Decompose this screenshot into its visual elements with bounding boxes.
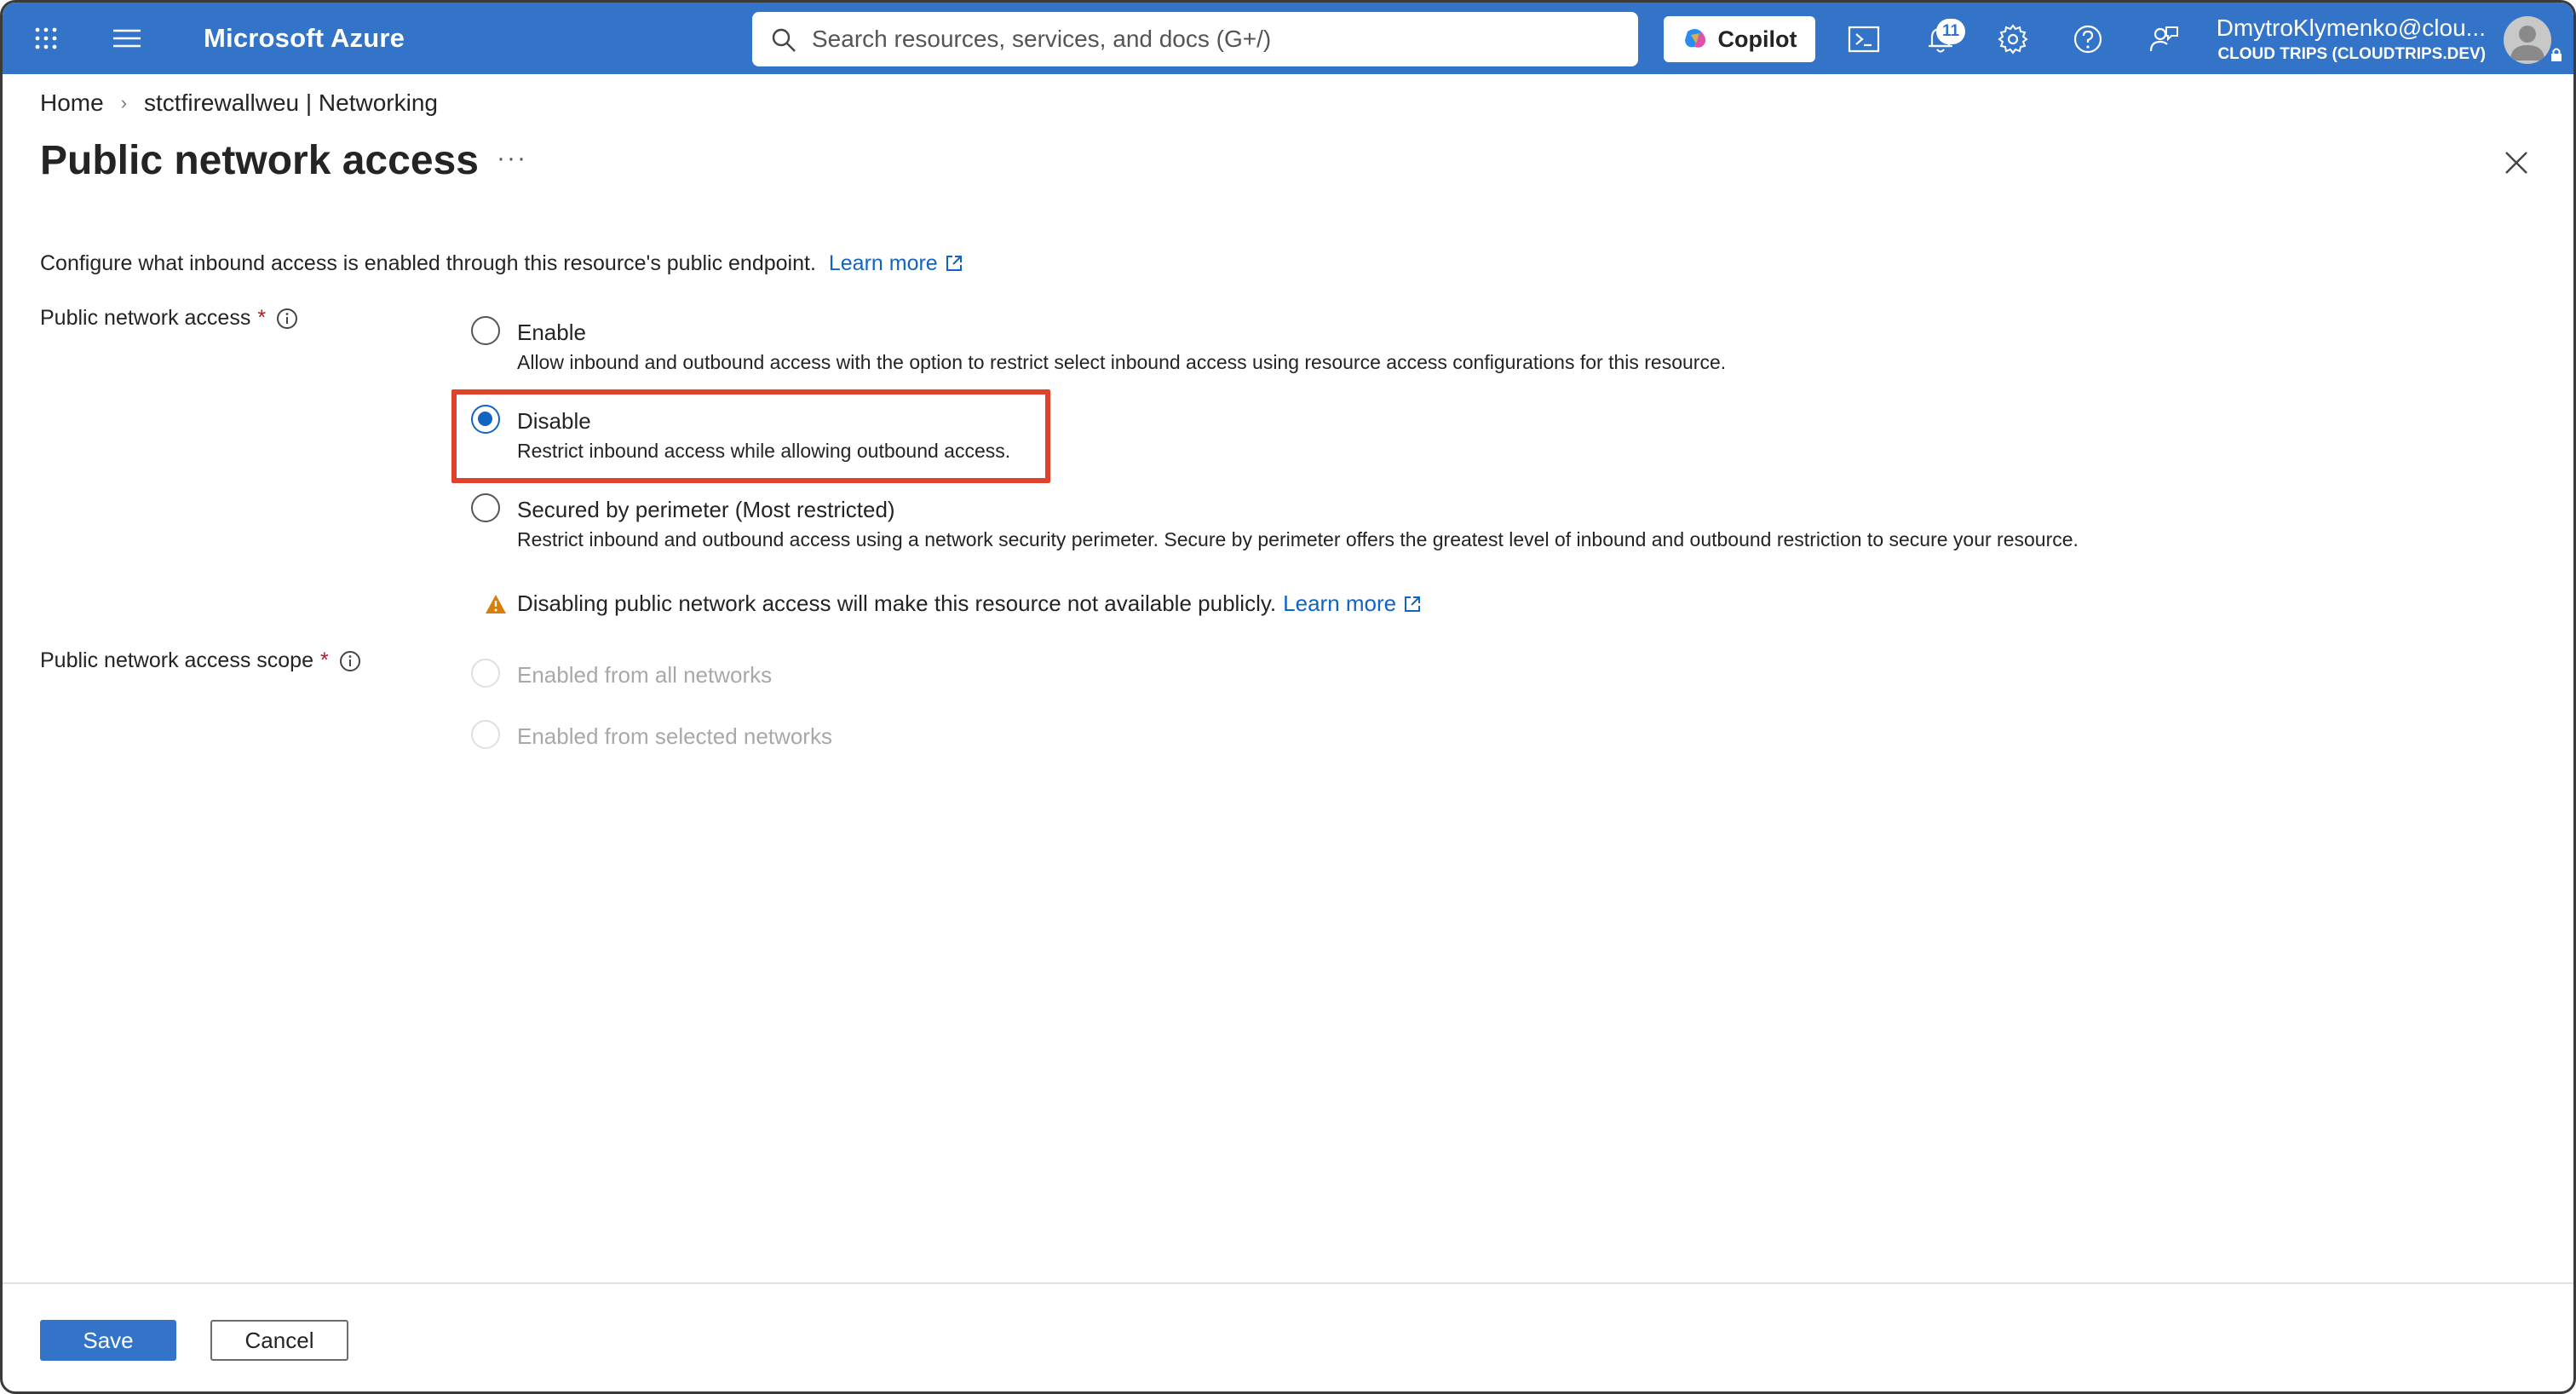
breadcrumb-resource[interactable]: stctfirewallweu | Networking — [144, 89, 438, 117]
breadcrumb: Home › stctfirewallweu | Networking — [40, 89, 438, 117]
radio-selected-networks[interactable] — [471, 720, 500, 749]
radio-selected-networks-label: Enabled from selected networks — [517, 723, 832, 749]
copilot-icon — [1684, 29, 1705, 48]
highlight-box — [451, 389, 1050, 483]
description-text: Configure what inbound access is enabled… — [40, 251, 816, 275]
radio-enable[interactable] — [471, 316, 500, 345]
notification-badge: 11 — [1936, 19, 1965, 44]
feedback-icon[interactable] — [2148, 23, 2180, 55]
learn-more-label: Learn more — [828, 251, 938, 275]
cancel-button[interactable]: Cancel — [210, 1320, 348, 1361]
radio-enable-description: Allow inbound and outbound access with t… — [517, 351, 1727, 373]
close-icon[interactable] — [2503, 149, 2530, 176]
avatar[interactable] — [2504, 16, 2551, 64]
account-info[interactable]: DmytroKlymenko@clou... CLOUD TRIPS (CLOU… — [2183, 14, 2486, 64]
menu-icon[interactable] — [113, 28, 141, 49]
radio-all-networks[interactable] — [471, 659, 500, 688]
search-icon — [772, 28, 796, 52]
chevron-right-icon: › — [120, 92, 128, 113]
radio-enable-label: Enable — [517, 320, 586, 345]
info-icon[interactable] — [339, 650, 361, 672]
radio-secured-label: Secured by perimeter (Most restricted) — [517, 497, 895, 522]
public-network-access-label: Public network access * — [40, 306, 298, 331]
required-mark: * — [257, 306, 267, 330]
cloud-shell-icon[interactable] — [1848, 23, 1880, 55]
external-link-icon — [946, 256, 962, 271]
top-bar: Microsoft Azure Copilot 1 — [3, 3, 2573, 74]
copilot-button[interactable]: Copilot — [1664, 16, 1815, 62]
page-description: Configure what inbound access is enabled… — [40, 251, 963, 276]
warning-learn-more-label: Learn more — [1283, 590, 1397, 616]
field-label-text: Public network access — [40, 306, 251, 330]
brand-title[interactable]: Microsoft Azure — [204, 23, 405, 54]
help-icon[interactable] — [2072, 23, 2104, 55]
search-input[interactable] — [812, 12, 1621, 66]
copilot-label: Copilot — [1717, 26, 1797, 52]
breadcrumb-home[interactable]: Home — [40, 89, 104, 117]
user-avatar-icon — [2510, 26, 2544, 60]
external-link-icon — [1405, 596, 1421, 612]
footer-divider — [3, 1282, 2573, 1284]
warning-learn-more-link[interactable]: Learn more — [1283, 590, 1432, 617]
radio-all-networks-label: Enabled from all networks — [517, 662, 773, 688]
warning-icon — [486, 594, 506, 613]
warning-message: Disabling public network access will mak… — [485, 590, 1432, 617]
page-title: Public network access — [40, 138, 479, 183]
info-icon[interactable] — [276, 308, 298, 330]
public-network-access-scope-label: Public network access scope * — [40, 648, 361, 673]
more-options-icon[interactable]: ··· — [497, 144, 527, 173]
required-mark: * — [319, 648, 329, 672]
app-launcher-icon[interactable] — [33, 26, 59, 51]
radio-secured-description: Restrict inbound and outbound access usi… — [517, 528, 2079, 550]
global-search[interactable] — [752, 12, 1638, 66]
app-window: Microsoft Azure Copilot 1 — [0, 0, 2576, 1394]
account-tenant: CLOUD TRIPS (CLOUDTRIPS.DEV) — [2217, 45, 2486, 63]
learn-more-link[interactable]: Learn more — [829, 251, 963, 275]
save-button[interactable]: Save — [40, 1320, 176, 1361]
lock-icon — [2551, 48, 2562, 61]
radio-secured-by-perimeter[interactable] — [471, 493, 500, 522]
settings-icon[interactable] — [1997, 23, 2029, 55]
scope-label-text: Public network access scope — [40, 648, 313, 672]
account-user: DmytroKlymenko@clou... — [2216, 14, 2486, 41]
warning-text: Disabling public network access will mak… — [517, 590, 1277, 616]
